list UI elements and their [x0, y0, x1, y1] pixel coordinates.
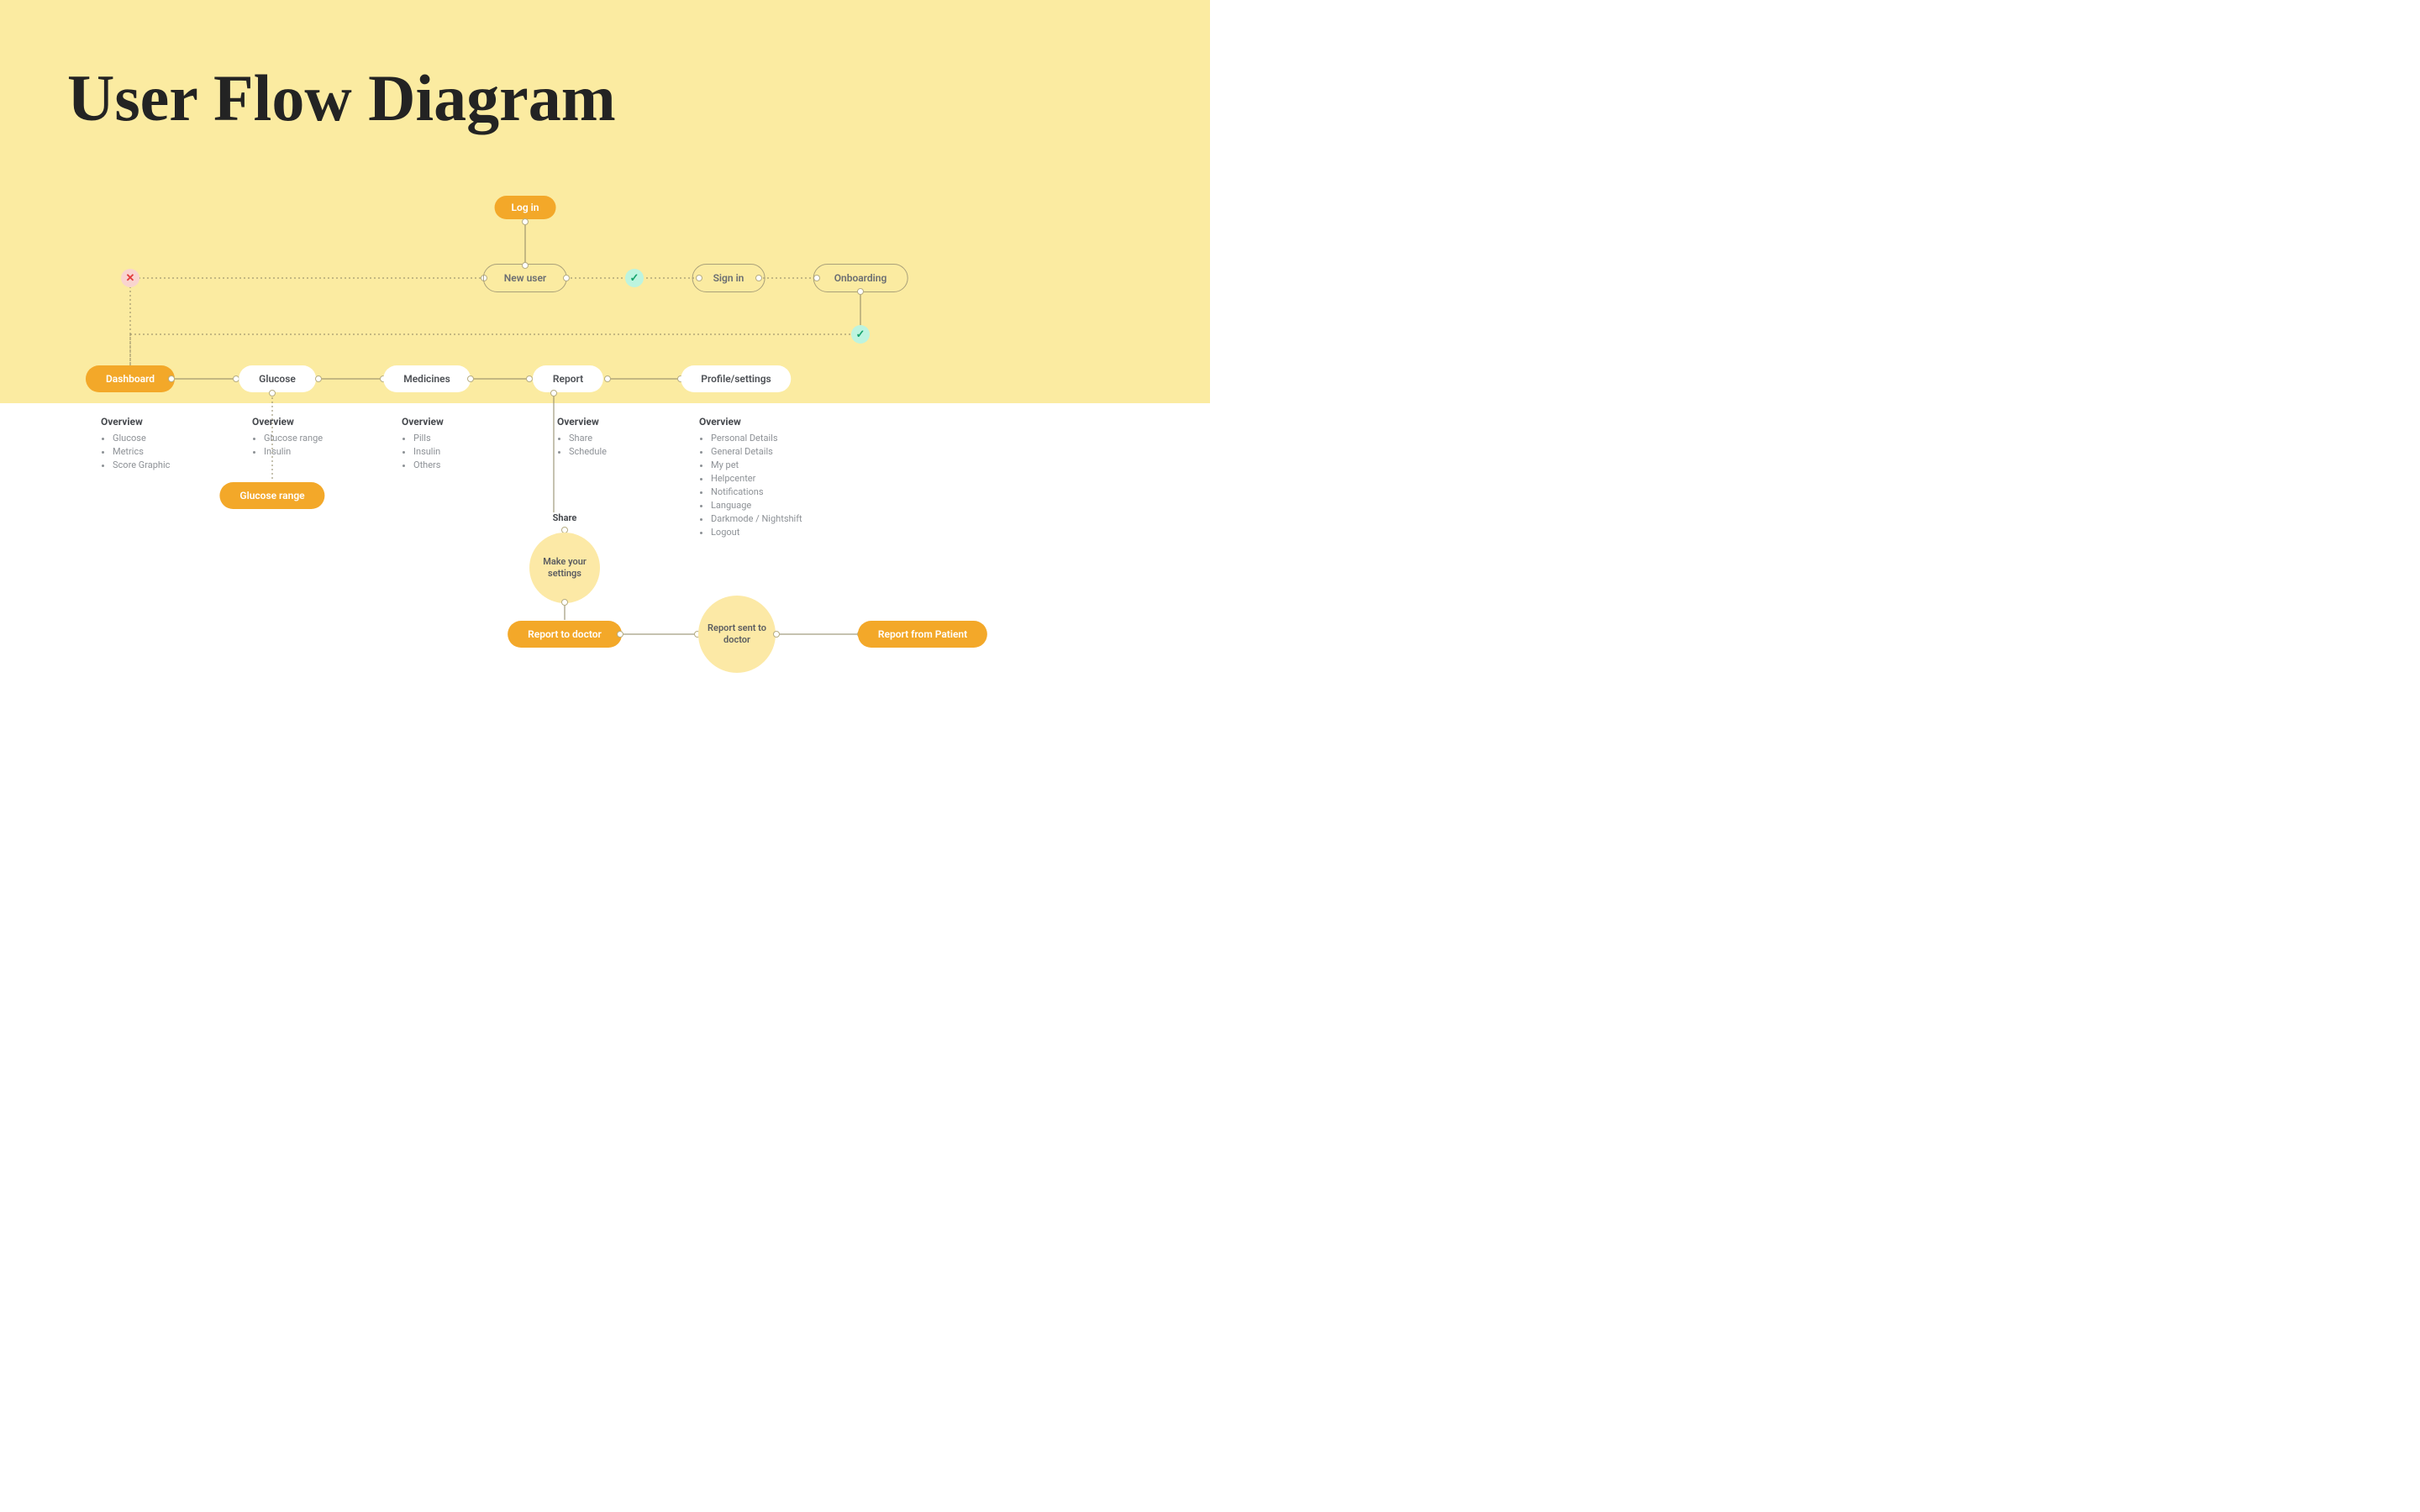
check-icon: ✓ — [851, 325, 870, 344]
list-heading: Overview — [252, 415, 323, 428]
list-item: Notifications — [711, 486, 802, 499]
port — [561, 599, 568, 606]
list-item: Score Graphic — [113, 459, 170, 472]
list-item: Glucose — [113, 432, 170, 445]
list-heading: Overview — [699, 415, 802, 428]
list-item: Schedule — [569, 445, 607, 459]
cross-icon: ✕ — [121, 269, 139, 287]
diagram-canvas: User Flow Diagram Log in ✕ — [0, 0, 1210, 756]
list-dashboard: Overview Glucose Metrics Score Graphic — [101, 415, 170, 472]
list-item: Share — [569, 432, 607, 445]
port — [857, 288, 864, 295]
port — [269, 390, 276, 396]
list-item: Language — [711, 499, 802, 512]
list-item: Personal Details — [711, 432, 802, 445]
node-login: Log in — [495, 196, 556, 219]
port — [604, 375, 611, 382]
list-item: My pet — [711, 459, 802, 472]
list-item: Insulin — [413, 445, 444, 459]
port — [522, 262, 529, 269]
port — [755, 275, 762, 281]
node-report: Report — [533, 365, 603, 392]
port — [550, 390, 557, 396]
list-item: Others — [413, 459, 444, 472]
node-profile: Profile/settings — [681, 365, 791, 392]
node-report-from-patient: Report from Patient — [858, 621, 987, 648]
node-report-to-doctor: Report to doctor — [508, 621, 622, 648]
list-report: Overview Share Schedule — [557, 415, 607, 459]
port — [315, 375, 322, 382]
port — [563, 275, 570, 281]
node-dashboard: Dashboard — [86, 365, 175, 392]
list-item: Darkmode / Nightshift — [711, 512, 802, 526]
list-heading: Overview — [101, 415, 170, 428]
list-heading: Overview — [402, 415, 444, 428]
node-make-settings: Make your settings — [529, 533, 600, 603]
port — [526, 375, 533, 382]
list-item: General Details — [711, 445, 802, 459]
list-profile: Overview Personal Details General Detail… — [699, 415, 802, 539]
list-item: Insulin — [264, 445, 323, 459]
list-item: Pills — [413, 432, 444, 445]
list-heading: Overview — [557, 415, 607, 428]
list-item: Metrics — [113, 445, 170, 459]
diagram-title: User Flow Diagram — [67, 60, 616, 136]
check-icon: ✓ — [625, 269, 644, 287]
port — [522, 218, 529, 225]
list-medicines: Overview Pills Insulin Others — [402, 415, 444, 472]
node-sign-in: Sign in — [692, 264, 765, 292]
list-item: Logout — [711, 526, 802, 539]
list-glucose: Overview Glucose range Insulin — [252, 415, 323, 459]
node-glucose: Glucose — [239, 365, 316, 392]
port — [467, 375, 474, 382]
list-item: Helpcenter — [711, 472, 802, 486]
port — [168, 375, 175, 382]
port — [617, 631, 623, 638]
list-item: Glucose range — [264, 432, 323, 445]
node-glucose-range: Glucose range — [219, 482, 324, 509]
node-medicines: Medicines — [383, 365, 471, 392]
label-share: Share — [553, 512, 577, 523]
node-report-sent: Report sent to doctor — [698, 596, 776, 673]
port — [773, 631, 780, 638]
